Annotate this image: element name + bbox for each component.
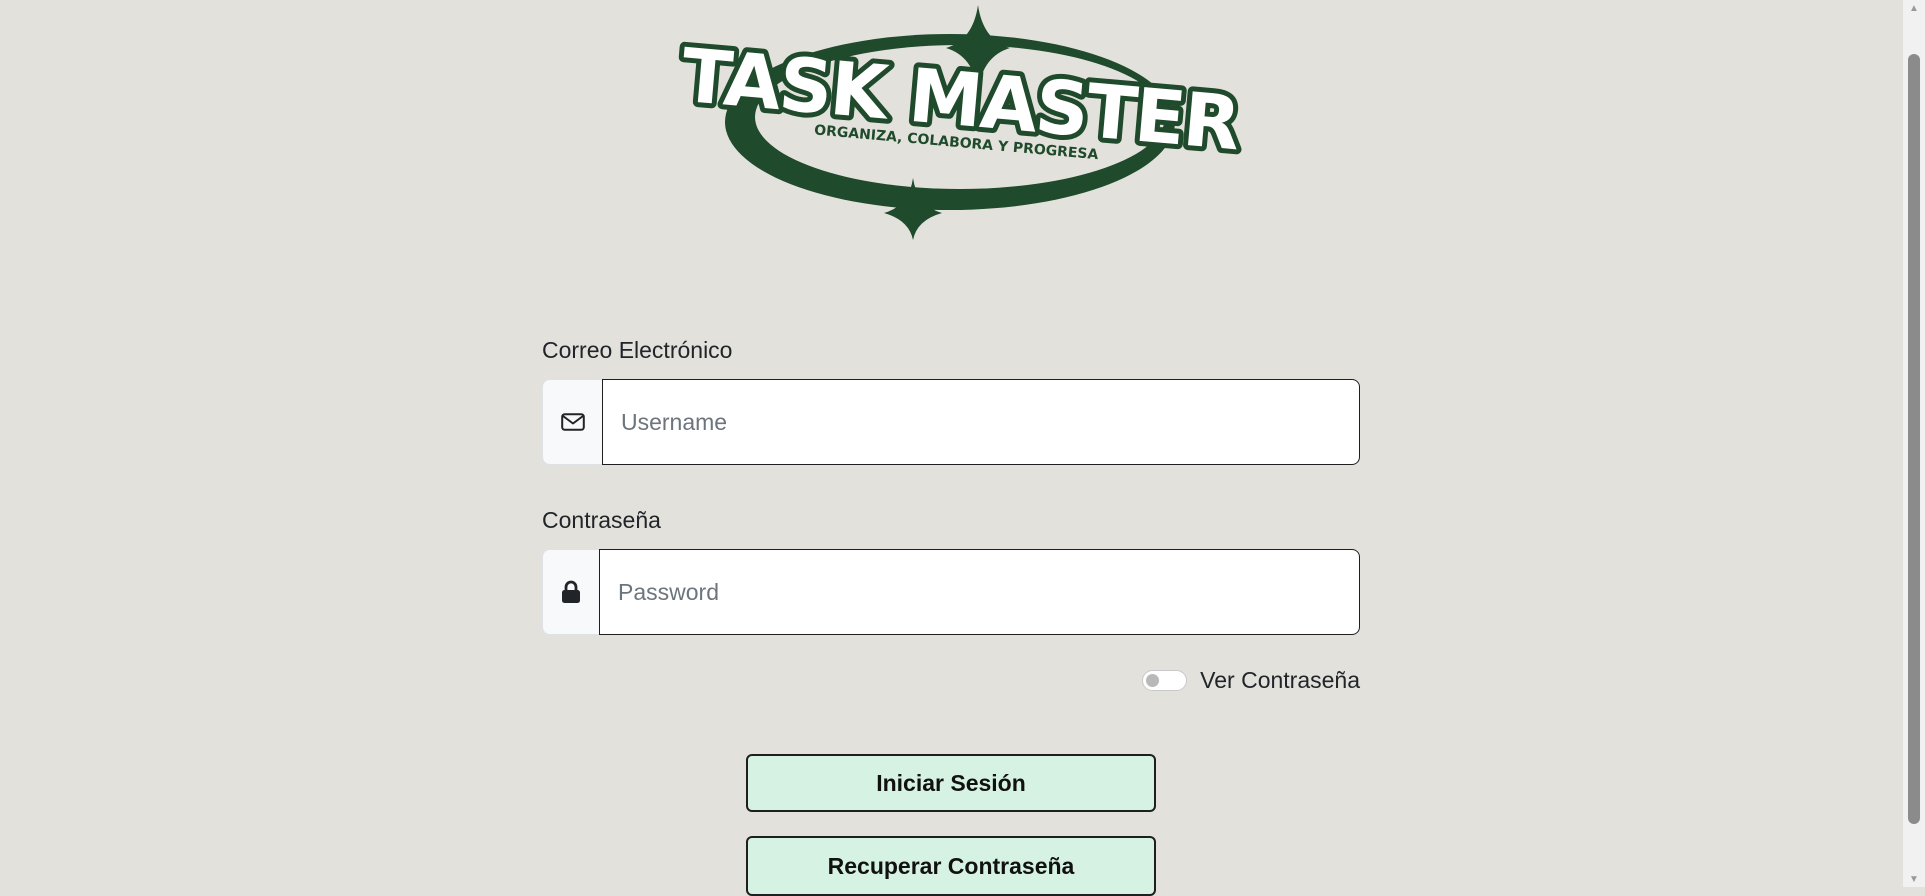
task-master-logo: TASK MASTER ORGANIZA, COLABORA Y PROGRES… xyxy=(660,0,1260,245)
password-field[interactable] xyxy=(599,549,1360,635)
email-input-group xyxy=(542,379,1360,465)
email-label: Correo Electrónico xyxy=(542,337,733,363)
scrollbar-thumb[interactable] xyxy=(1908,54,1920,824)
envelope-icon xyxy=(542,379,602,465)
password-label: Contraseña xyxy=(542,507,661,533)
login-button[interactable]: Iniciar Sesión xyxy=(746,754,1156,812)
login-form: Correo Electrónico Contraseña Ver Contra… xyxy=(542,335,1360,695)
show-password-row: Ver Contraseña xyxy=(542,665,1360,695)
email-field[interactable] xyxy=(602,379,1360,465)
recover-password-button[interactable]: Recuperar Contraseña xyxy=(746,836,1156,896)
show-password-toggle[interactable] xyxy=(1142,669,1188,691)
scroll-up-arrow-icon[interactable]: ▲ xyxy=(1903,0,1925,16)
lock-icon xyxy=(542,549,599,635)
vertical-scrollbar[interactable]: ▲ ▼ xyxy=(1903,0,1925,887)
show-password-label[interactable]: Ver Contraseña xyxy=(1200,667,1360,694)
password-input-group xyxy=(542,549,1360,635)
task-master-logo-graphic: TASK MASTER ORGANIZA, COLABORA Y PROGRES… xyxy=(673,5,1248,240)
toggle-knob xyxy=(1146,673,1160,687)
scroll-down-arrow-icon[interactable]: ▼ xyxy=(1903,871,1925,887)
